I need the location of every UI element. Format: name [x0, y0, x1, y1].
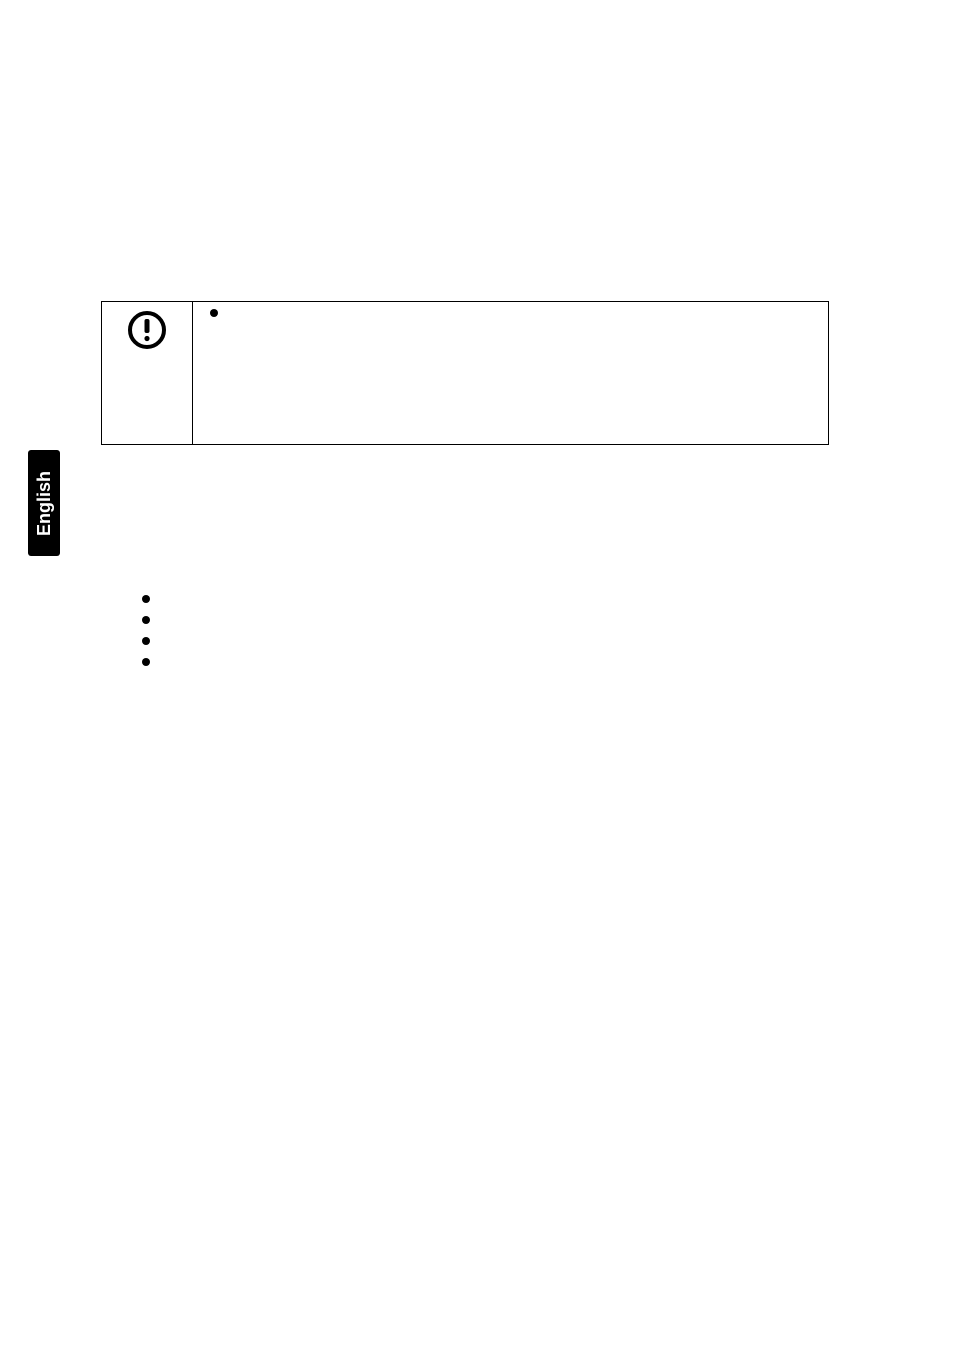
- list-item: [142, 630, 150, 651]
- warning-exclamation-icon: [127, 310, 167, 350]
- list-item: [142, 651, 150, 672]
- list-item: [142, 609, 150, 630]
- warning-box-content: [193, 302, 828, 444]
- warning-bullet-icon: [210, 309, 218, 317]
- list-item: [142, 588, 150, 609]
- document-page: English: [0, 0, 954, 1350]
- bullet-list: [142, 588, 150, 672]
- language-tab-label: English: [34, 470, 55, 535]
- language-tab: English: [28, 450, 60, 556]
- warning-box-icon-column: [102, 302, 193, 444]
- warning-box: [101, 301, 829, 445]
